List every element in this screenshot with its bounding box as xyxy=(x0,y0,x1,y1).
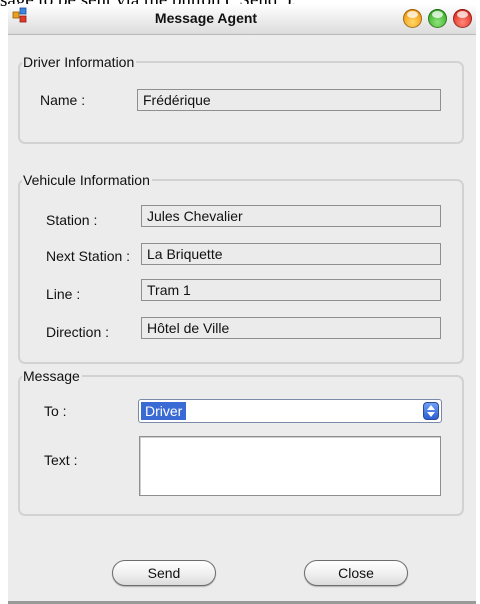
minimize-button[interactable] xyxy=(403,9,422,28)
station-label: Station : xyxy=(46,212,98,228)
direction-label: Direction : xyxy=(46,324,110,340)
title-bar[interactable]: Message Agent xyxy=(8,4,476,35)
maximize-button[interactable] xyxy=(428,9,447,28)
name-field[interactable]: Frédérique xyxy=(137,89,441,111)
name-label: Name : xyxy=(40,92,86,108)
close-window-button[interactable] xyxy=(453,9,472,28)
message-legend: Message xyxy=(23,368,80,384)
to-label: To : xyxy=(44,403,67,419)
text-label: Text : xyxy=(44,452,78,468)
message-agent-window: Message Agent Driver Information Name : … xyxy=(8,4,476,604)
dropdown-arrows-icon[interactable] xyxy=(423,402,439,420)
next-station-label: Next Station : xyxy=(46,248,131,264)
driver-information-legend: Driver Information xyxy=(23,54,135,70)
close-button[interactable]: Close xyxy=(304,560,408,586)
recipient-selected-value: Driver xyxy=(141,402,187,420)
send-button[interactable]: Send xyxy=(112,560,216,586)
next-station-field[interactable]: La Briquette xyxy=(141,243,441,265)
line-label: Line : xyxy=(46,286,81,302)
station-field[interactable]: Jules Chevalier xyxy=(141,205,441,227)
message-text-area[interactable] xyxy=(139,436,441,496)
direction-field[interactable]: Hôtel de Ville xyxy=(141,317,441,339)
window-title: Message Agent xyxy=(154,10,258,26)
recipient-select[interactable]: Driver xyxy=(138,399,442,423)
vehicle-information-legend: Vehicule Information xyxy=(23,172,150,188)
line-field[interactable]: Tram 1 xyxy=(141,279,441,301)
